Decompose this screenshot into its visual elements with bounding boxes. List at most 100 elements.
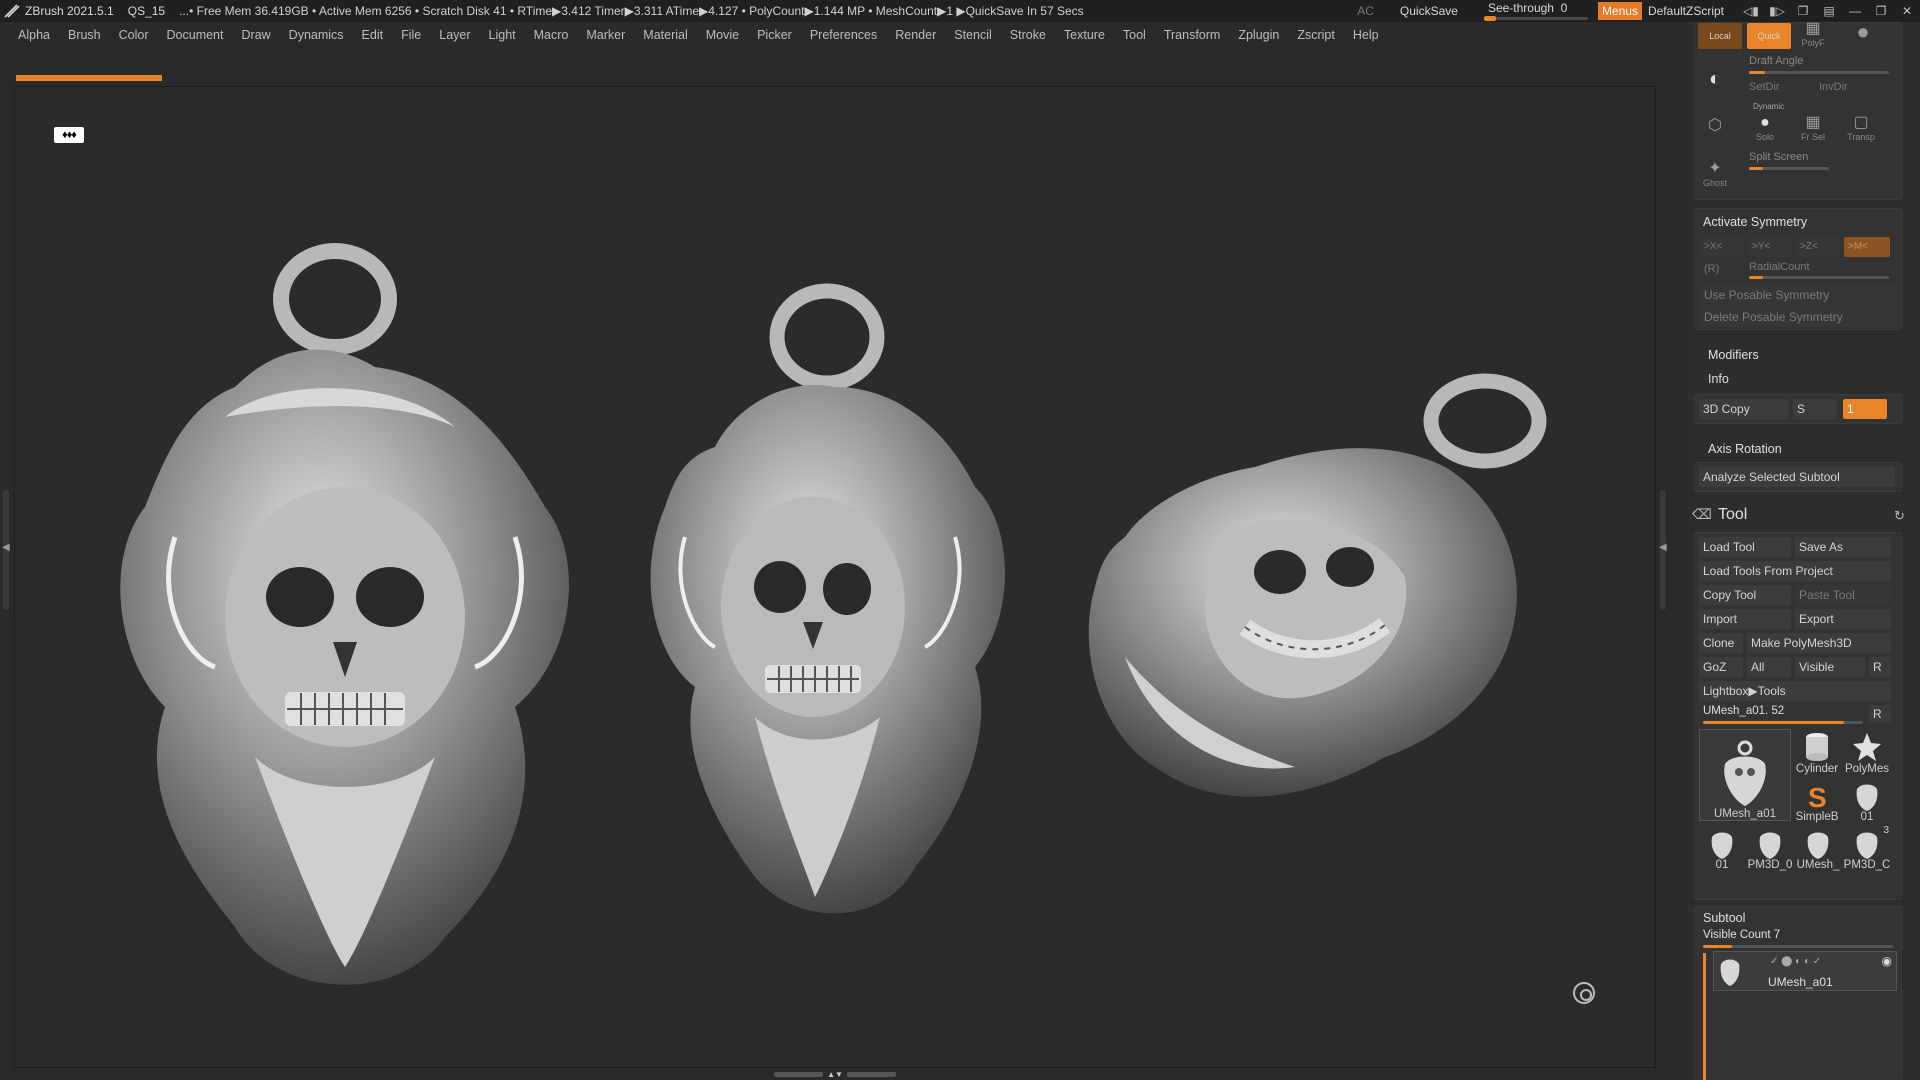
layout-right-icon[interactable]: ▮▷ (1764, 4, 1790, 18)
sphere-icon[interactable]: ● (1845, 15, 1881, 49)
menu-color[interactable]: Color (110, 28, 158, 42)
tool-thumb-umesh-a01[interactable]: UMesh_a01 (1699, 729, 1791, 821)
menu-zscript[interactable]: Zscript (1288, 28, 1344, 42)
subtool-header[interactable]: Subtool (1703, 911, 1745, 925)
setdir-button[interactable]: SetDir (1749, 81, 1780, 93)
ghost-button[interactable]: ✦ Ghost (1697, 157, 1733, 191)
menu-tool[interactable]: Tool (1114, 28, 1155, 42)
local-button[interactable]: Local (1698, 23, 1742, 49)
skull-pendant-front[interactable] (75, 237, 615, 1017)
tool-thumb-cylinder[interactable]: Cylinder (1793, 729, 1841, 775)
menu-draw[interactable]: Draw (233, 28, 280, 42)
visible-count-slider[interactable] (1703, 945, 1893, 948)
goz-visible-button[interactable]: Visible (1795, 657, 1865, 677)
quick-button[interactable]: Quick (1747, 23, 1791, 49)
menu-help[interactable]: Help (1344, 28, 1388, 42)
menu-edit[interactable]: Edit (353, 28, 393, 42)
pin-icon[interactable]: ⌫ (1692, 506, 1712, 523)
cube-icon[interactable]: ⬡ (1697, 109, 1733, 143)
copy-tool-button[interactable]: Copy Tool (1699, 585, 1791, 605)
paste-tool-button[interactable]: Paste Tool (1795, 585, 1891, 605)
tool-thumb-01b[interactable]: 01 (1699, 825, 1745, 871)
tool-thumb-umesh[interactable]: UMesh_ (1795, 825, 1841, 871)
menu-picker[interactable]: Picker (748, 28, 801, 42)
radial-count-slider[interactable] (1749, 276, 1889, 279)
menu-stroke[interactable]: Stroke (1001, 28, 1055, 42)
make-polymesh3d-button[interactable]: Make PolyMesh3D (1747, 633, 1891, 653)
layout-left-icon[interactable]: ◁▮ (1738, 4, 1764, 18)
menu-preferences[interactable]: Preferences (801, 28, 886, 42)
lightbox-tools-button[interactable]: Lightbox▶Tools (1699, 681, 1891, 701)
menu-transform[interactable]: Transform (1155, 28, 1230, 42)
menu-zplugin[interactable]: Zplugin (1229, 28, 1288, 42)
menu-file[interactable]: File (392, 28, 430, 42)
clone-button[interactable]: Clone (1699, 633, 1743, 653)
menus-toggle[interactable]: Menus (1597, 2, 1642, 20)
subtool-scrollbar[interactable] (1703, 953, 1706, 1080)
axis-rotation-header[interactable]: Axis Rotation (1708, 442, 1782, 456)
analyze-selected-subtool-button[interactable]: Analyze Selected Subtool (1699, 467, 1895, 487)
copy-value-field[interactable]: 1 (1843, 399, 1887, 419)
left-tray-handle[interactable]: ◀ (2, 490, 10, 610)
menu-brush[interactable]: Brush (59, 28, 110, 42)
draft-angle-slider[interactable] (1749, 71, 1889, 74)
symmetry-y-button[interactable]: >Y< (1748, 237, 1792, 257)
polyf-button[interactable]: ▦ PolyF (1795, 17, 1831, 51)
subtool-item[interactable]: ✓ ⬤ ◐ ◐ ✓ ◉ UMesh_a01 (1713, 951, 1897, 991)
visibility-eye-icon[interactable]: ◉ (1882, 954, 1892, 968)
copy-s-button[interactable]: S (1793, 399, 1837, 419)
symmetry-m-button[interactable]: >M< (1844, 237, 1890, 257)
menu-texture[interactable]: Texture (1055, 28, 1114, 42)
tool-thumb-simplebrush[interactable]: S SimpleB (1793, 777, 1841, 823)
goz-all-button[interactable]: All (1747, 657, 1791, 677)
info-header[interactable]: Info (1708, 372, 1729, 386)
default-zscript-button[interactable]: DefaultZScript (1648, 4, 1724, 18)
goz-button[interactable]: GoZ (1699, 657, 1743, 677)
tool-thumb-01[interactable]: 01 (1843, 777, 1891, 823)
use-posable-symmetry-button[interactable]: Use Posable Symmetry (1700, 285, 1896, 305)
tool-thumb-polymesh[interactable]: PolyMes (1843, 729, 1891, 775)
document-canvas[interactable]: ♦♦♦ (14, 86, 1656, 1068)
symmetry-z-button[interactable]: >Z< (1796, 237, 1840, 257)
menu-render[interactable]: Render (886, 28, 945, 42)
radial-toggle[interactable]: (R) (1704, 263, 1719, 275)
close-icon[interactable]: ✕ (1894, 4, 1920, 18)
refresh-icon[interactable]: ↻ (1894, 508, 1905, 524)
see-through-knob[interactable] (1483, 16, 1496, 21)
tool-thumb-pm3d-c[interactable]: 3 PM3D_C (1843, 825, 1891, 871)
skull-pendant-three-quarter[interactable] (615, 277, 1035, 937)
menu-alpha[interactable]: Alpha (0, 28, 59, 42)
quicksave-button[interactable]: QuickSave (1400, 4, 1458, 18)
split-screen-slider[interactable] (1749, 167, 1829, 170)
symmetry-x-button[interactable]: >X< (1700, 237, 1744, 257)
menu-layer[interactable]: Layer (430, 28, 479, 42)
solo-button[interactable]: ● Solo (1747, 111, 1783, 145)
tool-palette-title[interactable]: Tool (1718, 506, 1747, 524)
menu-stencil[interactable]: Stencil (945, 28, 1001, 42)
export-button[interactable]: Export (1795, 609, 1891, 629)
bottom-tray-handle[interactable]: ▲▼ (770, 1070, 900, 1079)
right-tray-handle[interactable]: ◀ (1659, 490, 1667, 610)
skull-pendant-side[interactable] (1065, 357, 1585, 877)
tool-slider[interactable] (1703, 721, 1863, 724)
menu-movie[interactable]: Movie (697, 28, 748, 42)
windowed-icon[interactable]: ❐ (1790, 4, 1816, 18)
menu-marker[interactable]: Marker (577, 28, 634, 42)
invdir-button[interactable]: InvDir (1819, 81, 1848, 93)
save-as-button[interactable]: Save As (1795, 537, 1891, 557)
tool-r-button[interactable]: R (1869, 705, 1891, 723)
frsel-button[interactable]: ▦ Fr Sel (1795, 111, 1831, 145)
contrast-toggle-icon[interactable]: ◐ (1697, 61, 1733, 97)
menu-light[interactable]: Light (480, 28, 525, 42)
tool-thumb-pm3d-0[interactable]: PM3D_0 (1747, 825, 1793, 871)
menu-macro[interactable]: Macro (525, 28, 578, 42)
subtool-toggles-icon[interactable]: ✓ ⬤ ◐ ◐ ✓ (1770, 956, 1821, 967)
see-through-slider[interactable]: See-through 0 (1483, 0, 1588, 22)
ac-button[interactable]: AC (1357, 4, 1374, 18)
3d-copy-button[interactable]: 3D Copy (1699, 399, 1789, 419)
menu-dynamics[interactable]: Dynamics (280, 28, 353, 42)
save-ui-icon[interactable]: ▤ (1816, 4, 1842, 18)
import-button[interactable]: Import (1699, 609, 1791, 629)
load-tool-button[interactable]: Load Tool (1699, 537, 1791, 557)
goz-r-button[interactable]: R (1869, 657, 1891, 677)
